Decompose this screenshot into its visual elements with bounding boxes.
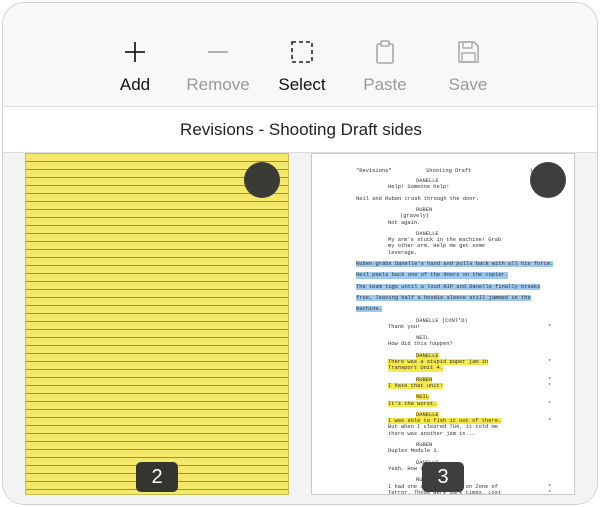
script-line: Duplex Module 3. (388, 448, 440, 455)
script-line: Not again. (388, 219, 421, 226)
script-header-center: Shooting Draft (426, 168, 472, 174)
floppy-disk-icon (458, 41, 479, 63)
page-select-toggle[interactable] (530, 162, 566, 198)
toolbar: Add Remove Select Paste Save (3, 3, 597, 107)
page-number-badge: 3 (422, 462, 464, 492)
script-line: DANELLE (CONT'D) (416, 317, 468, 324)
script-line: Neil peels back one of the doors on the … (356, 272, 509, 279)
page-thumbnail-3[interactable]: "Revisions" Shooting Draft 1 DANELLEHelp… (311, 153, 575, 495)
page-grid: 2 "Revisions" Shooting Draft 1 DANELLEHe… (3, 153, 597, 504)
add-label: Add (119, 75, 151, 94)
document-title: Revisions - Shooting Draft sides (3, 107, 597, 153)
script-line: free, leaving half a hoodie sleeve still… (356, 294, 531, 302)
script-line: leverage. (388, 249, 418, 256)
script-line: Neil and Ruben crash through the door. (356, 195, 479, 202)
script-line: How did this happen? (388, 341, 453, 348)
revision-mark: * (548, 359, 552, 365)
script-line: there was another jam in... (388, 430, 476, 437)
plus-icon (125, 42, 145, 62)
select-label: Select (278, 75, 326, 94)
script-page-content: "Revisions" Shooting Draft 1 DANELLEHelp… (312, 154, 574, 495)
app-window: Add Remove Select Paste Save Revisions -… (2, 2, 598, 505)
remove-label: Remove (186, 75, 250, 94)
script-header-left: "Revisions" (356, 168, 392, 174)
script-line: Help! Someone help! (388, 184, 450, 191)
page-select-toggle[interactable] (244, 162, 280, 198)
minus-icon (208, 51, 228, 53)
revision-mark: * (548, 489, 552, 495)
script-line: It's the worst. (388, 400, 437, 407)
script-line: I hate that unit! (388, 382, 443, 390)
save-label: Save (448, 75, 488, 94)
revision-mark: * (548, 382, 552, 389)
add-button[interactable]: Add (90, 39, 180, 99)
page-thumbnail-2[interactable]: 2 (25, 153, 289, 495)
script-line: The team tugs until a loud RIP and Danel… (356, 283, 541, 290)
revision-mark: * (548, 400, 552, 407)
paste-label: Paste (363, 75, 407, 94)
dashed-square-icon (291, 41, 313, 63)
script-line: Ruben grabs Danelle's hand and pulls bac… (356, 261, 554, 268)
page-number-badge: 2 (136, 462, 178, 492)
paste-button[interactable]: Paste (340, 39, 430, 99)
revision-mark: * (548, 418, 552, 425)
revision-mark: * (548, 323, 552, 330)
script-line: Transport Unit 4. (388, 365, 443, 372)
select-button[interactable]: Select (257, 39, 347, 99)
script-line: machine. (356, 306, 382, 313)
clipboard-icon (376, 40, 394, 64)
remove-button[interactable]: Remove (173, 39, 263, 99)
script-line: Thank you! (388, 323, 421, 330)
save-button[interactable]: Save (423, 39, 513, 99)
